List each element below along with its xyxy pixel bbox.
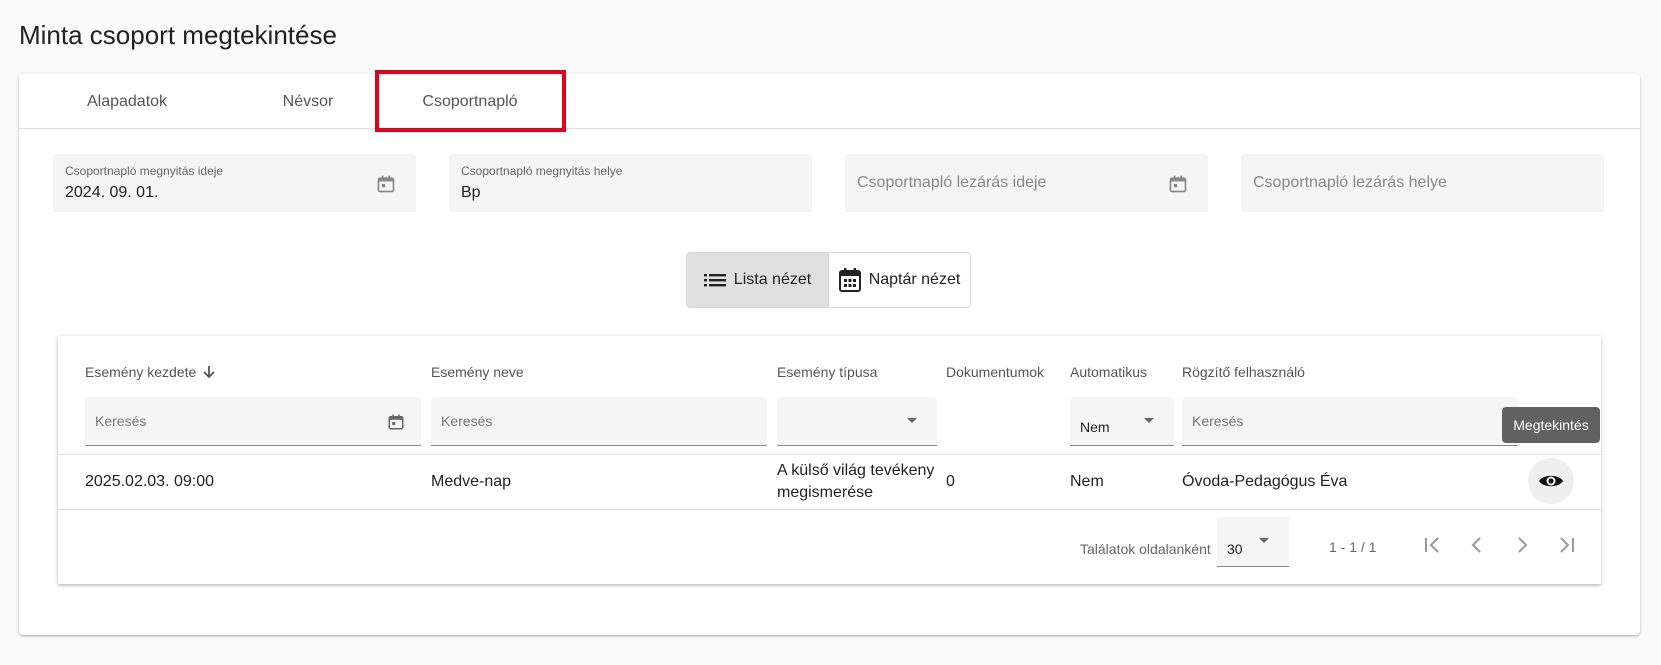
open-place-value: Bp: [461, 184, 481, 201]
tab-alapadatok[interactable]: Alapadatok: [32, 74, 222, 129]
cell-start: 2025.02.03. 09:00: [85, 473, 215, 490]
tab-csoportnaplo[interactable]: Csoportnapló: [375, 74, 565, 129]
col-header-start[interactable]: Esemény kezdete: [85, 364, 216, 380]
calendar-icon[interactable]: [376, 174, 396, 194]
list-view-label: Lista nézet: [733, 271, 812, 288]
view-tooltip: Megtekintés: [1502, 407, 1600, 443]
next-page-icon[interactable]: [1510, 533, 1534, 557]
calendar-month-icon: [838, 268, 861, 292]
first-page-icon[interactable]: [1420, 533, 1444, 557]
row-divider: [58, 509, 1601, 510]
calendar-view-label: Naptár nézet: [868, 271, 961, 288]
eye-icon: [1539, 475, 1563, 487]
col-header-name[interactable]: Esemény neve: [431, 364, 524, 380]
col-header-auto[interactable]: Automatikus: [1070, 364, 1147, 380]
open-date-value: 2024. 09. 01.: [65, 184, 159, 201]
chevron-down-icon: [907, 418, 917, 423]
calendar-icon[interactable]: [387, 413, 405, 431]
start-filter-input[interactable]: Keresés: [85, 397, 421, 446]
list-icon: [703, 274, 726, 287]
user-filter-input[interactable]: Keresés: [1182, 397, 1518, 446]
type-filter-select[interactable]: [777, 397, 937, 446]
cell-user: Óvoda-Pedagógus Éva: [1182, 473, 1348, 490]
per-page-label: Találatok oldalanként: [1080, 541, 1211, 557]
open-place-label: Csoportnapló megnyitás helye: [461, 164, 623, 178]
view-toggle: Lista nézet Naptár nézet: [686, 252, 971, 308]
page-title: Minta csoport megtekintése: [19, 20, 337, 50]
close-place-field[interactable]: Csoportnapló lezárás helye: [1241, 154, 1604, 212]
row-divider: [58, 454, 1601, 455]
name-filter-input[interactable]: Keresés: [431, 397, 767, 446]
cell-auto: Nem: [1070, 473, 1104, 490]
prev-page-icon[interactable]: [1465, 533, 1489, 557]
tab-bar: Alapadatok Névsor Csoportnapló: [19, 70, 1640, 132]
close-place-placeholder: Csoportnapló lezárás helye: [1253, 174, 1447, 191]
calendar-view-button[interactable]: Naptár nézet: [828, 253, 970, 307]
last-page-icon[interactable]: [1555, 533, 1579, 557]
cell-docs: 0: [946, 473, 955, 490]
col-header-type[interactable]: Esemény típusa: [777, 364, 877, 380]
page-size-select[interactable]: 30: [1217, 517, 1289, 567]
col-header-docs[interactable]: Dokumentumok: [946, 364, 1044, 380]
chevron-down-icon: [1259, 538, 1269, 543]
calendar-icon[interactable]: [1168, 174, 1188, 194]
auto-filter-select[interactable]: Nem: [1070, 397, 1174, 446]
col-header-user[interactable]: Rögzítő felhasználó: [1182, 364, 1305, 380]
close-date-placeholder: Csoportnapló lezárás ideje: [857, 174, 1047, 191]
open-date-label: Csoportnapló megnyitás ideje: [65, 164, 224, 178]
cell-name: Medve-nap: [431, 473, 512, 490]
page-range: 1 - 1 / 1: [1329, 539, 1377, 555]
open-place-field[interactable]: Csoportnapló megnyitás helye Bp: [449, 154, 812, 212]
close-date-field[interactable]: Csoportnapló lezárás ideje: [845, 154, 1208, 212]
view-button[interactable]: [1528, 458, 1574, 504]
arrow-down-icon: [203, 366, 215, 379]
open-date-field[interactable]: Csoportnapló megnyitás ideje 2024. 09. 0…: [53, 154, 416, 212]
list-view-button[interactable]: Lista nézet: [687, 253, 828, 307]
chevron-down-icon: [1144, 418, 1154, 423]
cell-type: A külső világ tevékeny megismerése: [777, 462, 935, 501]
